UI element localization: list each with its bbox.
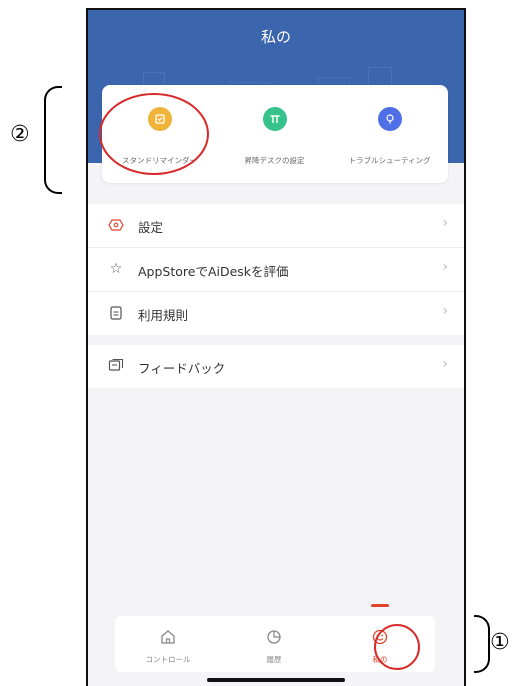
tab-history[interactable]: 履歴 <box>221 616 327 672</box>
annotation-bracket-left <box>44 86 62 194</box>
annotation-bracket-right <box>474 615 490 673</box>
quick-action-troubleshooting[interactable]: トラブルシューティング <box>332 85 447 183</box>
feedback-icon <box>108 358 124 374</box>
annotation-marker-1: ① <box>490 630 510 655</box>
tab-label: 履歴 <box>266 655 282 664</box>
menu-list: 設定 › ☆ AppStoreでAiDeskを評価 › 利用規則 › <box>88 204 464 335</box>
home-icon <box>159 628 177 646</box>
menu-item-label: AppStoreでAiDeskを評価 <box>138 264 289 279</box>
chevron-right-icon: › <box>442 356 448 372</box>
annotation-marker-2: ② <box>10 122 30 147</box>
settings-icon <box>108 217 124 233</box>
lightbulb-icon <box>377 107 402 131</box>
active-tab-indicator <box>371 604 389 607</box>
menu-item-label: 設定 <box>138 220 164 235</box>
chevron-right-icon: › <box>442 259 448 275</box>
home-indicator <box>207 678 345 682</box>
menu-item-settings[interactable]: 設定 › <box>88 204 464 248</box>
annotation-circle-mine-tab <box>374 624 420 670</box>
menu-item-label: フィードバック <box>138 361 226 376</box>
menu-item-label: 利用規則 <box>138 308 189 323</box>
page-title: 私の <box>260 28 291 46</box>
quick-action-label: 昇降デスクの設定 <box>244 156 305 165</box>
menu-item-terms[interactable]: 利用規則 › <box>88 292 464 335</box>
tab-label: コントロール <box>145 655 191 664</box>
menu-list-2: フィードバック › <box>88 345 464 388</box>
history-icon <box>265 628 283 646</box>
star-icon: ☆ <box>109 261 123 277</box>
annotation-circle-reminder <box>99 93 209 175</box>
desk-icon <box>262 107 287 131</box>
menu-item-rate-app[interactable]: ☆ AppStoreでAiDeskを評価 › <box>88 248 464 292</box>
chevron-right-icon: › <box>442 215 448 231</box>
quick-action-label: トラブルシューティング <box>348 156 431 165</box>
chevron-right-icon: › <box>442 303 448 319</box>
quick-action-desk-settings[interactable]: 昇降デスクの設定 <box>217 85 332 183</box>
document-icon <box>108 305 124 321</box>
menu-item-feedback[interactable]: フィードバック › <box>88 345 464 388</box>
tab-control[interactable]: コントロール <box>115 616 221 672</box>
